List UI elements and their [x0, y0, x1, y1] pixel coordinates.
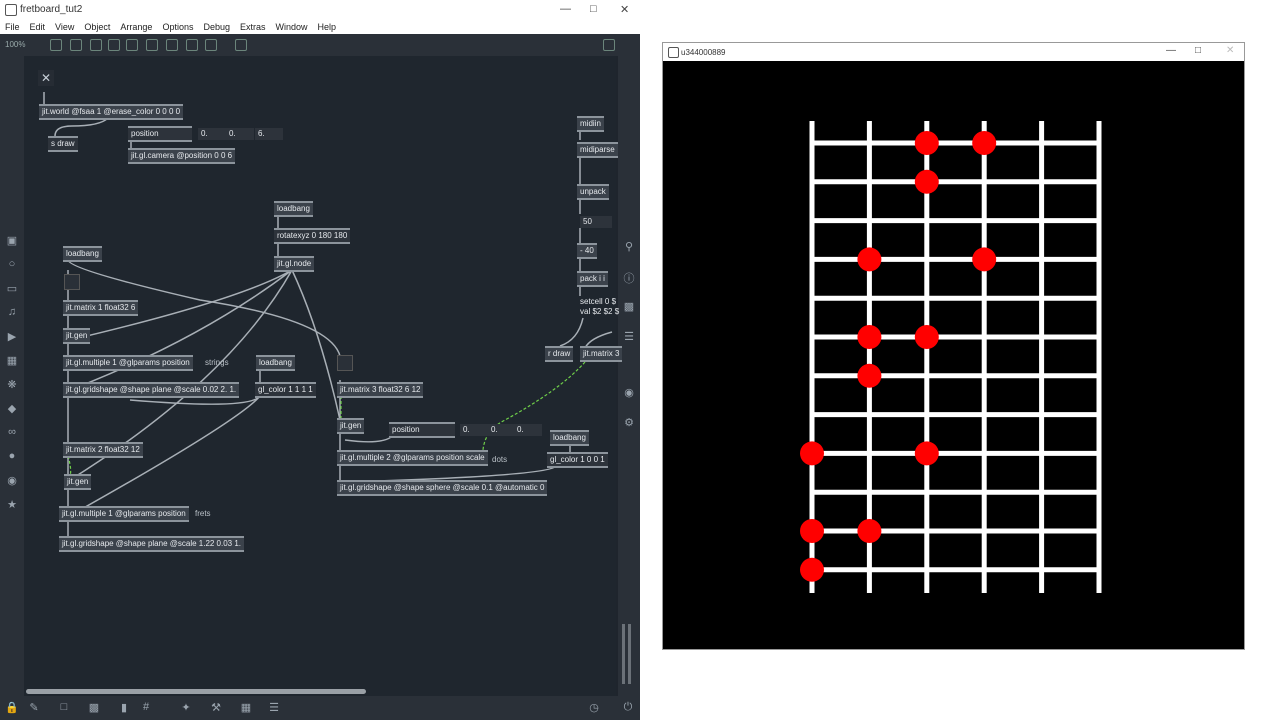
- note-dot: [972, 247, 997, 272]
- unpack-object[interactable]: unpack: [577, 184, 609, 200]
- gl-color-white-message[interactable]: gl_color 1 1 1 1: [255, 382, 316, 398]
- dots-pos-z[interactable]: 0.: [514, 424, 542, 436]
- bang-button[interactable]: [64, 274, 80, 290]
- minimize-icon[interactable]: —: [1166, 45, 1176, 56]
- jitter-titlebar[interactable]: u344000889 — □ ✕: [663, 43, 1244, 61]
- position-attrui[interactable]: position: [128, 126, 192, 142]
- max-patcher-window: fretboard_tut2 — □ ✕ File Edit View Obje…: [0, 0, 640, 720]
- jit-gl-multiple-strings[interactable]: jit.gl.multiple 1 @glparams position: [63, 355, 193, 371]
- loadbang-object[interactable]: loadbang: [63, 246, 102, 262]
- note-number-box[interactable]: 50: [580, 216, 612, 228]
- bottom-toolbar: 🔒 ✎ □ ▩ ▮ # ✦ ⚒ ▦ ☰ ◷ ⏻: [0, 696, 640, 720]
- close-icon[interactable]: ✕: [1226, 45, 1234, 56]
- comment-icon[interactable]: □: [56, 701, 72, 713]
- lock-icon[interactable]: 🔒: [4, 701, 20, 714]
- pack-object[interactable]: pack i i: [577, 271, 608, 287]
- maximize-icon[interactable]: □: [1195, 45, 1201, 56]
- setcell-message[interactable]: setcell 0 $: [580, 297, 616, 306]
- horizontal-scrollbar[interactable]: [26, 689, 366, 694]
- comment-frets: frets: [195, 509, 211, 518]
- wand-icon[interactable]: ✦: [178, 701, 194, 714]
- fretboard-render: [800, 121, 1102, 593]
- jit-gl-node-object[interactable]: jit.gl.node: [274, 256, 315, 272]
- note-dot: [800, 441, 824, 466]
- jit-gl-multiple-dots[interactable]: jit.gl.multiple 2 @glparams position sca…: [337, 450, 488, 466]
- jit-matrix-object[interactable]: jit.matrix 3: [580, 346, 623, 362]
- piano-icon[interactable]: ▦: [238, 701, 254, 714]
- layers-icon[interactable]: ▩: [86, 701, 102, 714]
- jit-matrix-frets[interactable]: jit.matrix 2 float32 12: [63, 442, 143, 458]
- jit-matrix-strings[interactable]: jit.matrix 1 float32 6: [63, 300, 139, 316]
- jit-gen-object[interactable]: jit.gen: [337, 418, 365, 434]
- note-dot: [857, 519, 882, 543]
- comment-strings: strings: [205, 358, 229, 367]
- loadbang-object[interactable]: loadbang: [550, 430, 589, 446]
- position-attrui[interactable]: position: [389, 422, 455, 438]
- note-dot: [914, 325, 939, 349]
- toggle-button[interactable]: ✕: [38, 70, 54, 86]
- note-dot: [800, 557, 824, 582]
- jit-gl-gridshape-strings[interactable]: jit.gl.gridshape @shape plane @scale 0.0…: [63, 382, 240, 398]
- note-dot: [914, 131, 939, 155]
- jitter-window: u344000889 — □ ✕: [662, 42, 1245, 650]
- comment-dots: dots: [492, 455, 508, 464]
- jit-matrix-dots[interactable]: jit.matrix 3 float32 6 12: [337, 382, 424, 398]
- jit-gl-gridshape-sphere[interactable]: jit.gl.gridshape @shape sphere @scale 0.…: [337, 480, 548, 496]
- jit-gen-object[interactable]: jit.gen: [64, 474, 92, 490]
- jit-gl-multiple-frets[interactable]: jit.gl.multiple 1 @glparams position: [59, 506, 189, 522]
- clock-icon[interactable]: ◷: [586, 701, 602, 714]
- note-dot: [972, 131, 997, 155]
- note-dot: [914, 441, 939, 466]
- midiparse-object[interactable]: midiparse: [577, 142, 618, 158]
- receive-draw-object[interactable]: r draw: [545, 346, 574, 362]
- loadbang-object[interactable]: loadbang: [256, 355, 295, 371]
- note-dot: [914, 169, 939, 194]
- note-dot: [800, 519, 824, 543]
- edit-icon[interactable]: ✎: [26, 701, 42, 714]
- camera-pos-x[interactable]: 0.: [198, 128, 226, 140]
- jitter-window-title: u344000889: [681, 48, 726, 57]
- power-icon[interactable]: ⏻: [620, 701, 636, 714]
- max-app-icon: [668, 47, 679, 58]
- gl-color-red-message[interactable]: gl_color 1 0 0 1: [547, 452, 608, 468]
- bars-icon[interactable]: ☰: [266, 701, 282, 714]
- grid-icon[interactable]: #: [138, 701, 154, 713]
- val-message[interactable]: val $2 $2 $: [580, 307, 619, 316]
- patch-icon[interactable]: ▮: [116, 701, 132, 714]
- dots-pos-x[interactable]: 0.: [460, 424, 490, 436]
- minus-40-object[interactable]: - 40: [577, 243, 597, 259]
- note-dot: [857, 325, 882, 349]
- jit-gl-gridshape-frets[interactable]: jit.gl.gridshape @shape plane @scale 1.2…: [59, 536, 245, 552]
- camera-pos-z[interactable]: 6.: [255, 128, 283, 140]
- send-draw-object[interactable]: s draw: [48, 136, 78, 152]
- jit-world-object[interactable]: jit.world @fsaa 1 @erase_color 0 0 0 0: [39, 104, 184, 120]
- midiin-object[interactable]: midiin: [577, 116, 604, 132]
- rotatexyz-message[interactable]: rotatexyz 0 180 180: [274, 228, 351, 244]
- jit-gl-camera-object[interactable]: jit.gl.camera @position 0 0 6: [128, 148, 236, 164]
- note-dot: [857, 363, 882, 388]
- bang-button[interactable]: [337, 355, 353, 371]
- wrench-icon[interactable]: ⚒: [208, 701, 224, 714]
- dots-pos-y[interactable]: 0.: [488, 424, 516, 436]
- loadbang-object[interactable]: loadbang: [274, 201, 313, 217]
- note-dot: [857, 247, 882, 272]
- jit-gen-object[interactable]: jit.gen: [63, 328, 91, 344]
- camera-pos-y[interactable]: 0.: [226, 128, 254, 140]
